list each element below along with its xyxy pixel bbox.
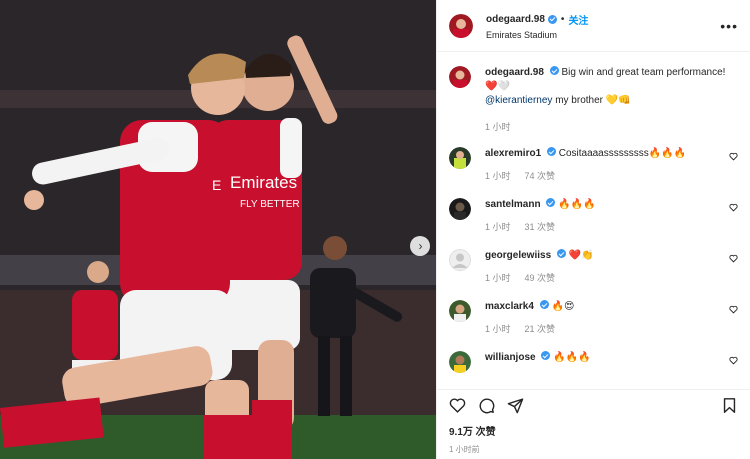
comment-item: georgelewiiss ❤️👏 1 小时 49 次赞: [449, 249, 738, 284]
bookmark-icon[interactable]: [721, 397, 738, 414]
caption-text: Big win and great team performance!: [561, 67, 726, 78]
commenter-avatar[interactable]: [449, 300, 471, 322]
comment-emoji: 🔥🔥🔥: [558, 199, 596, 210]
comment-item: alexremiro1 Cositaaaasssssssss🔥🔥🔥 1 小时 7…: [449, 147, 738, 182]
comment-likes[interactable]: 49 次赞: [525, 271, 556, 284]
comment-likes[interactable]: 31 次赞: [525, 220, 556, 233]
comment-emoji: 🔥🔥🔥: [648, 148, 687, 159]
caption-mention[interactable]: @kierantierney: [485, 95, 552, 106]
like-comment-heart-icon[interactable]: [729, 152, 738, 161]
caption-time: 1 小时: [485, 122, 511, 132]
commenter-avatar[interactable]: [449, 249, 471, 271]
svg-text:E: E: [212, 177, 221, 193]
comment-username[interactable]: maxclark4: [485, 301, 534, 312]
caption-emoji: ❤️🤍: [485, 81, 510, 92]
verified-badge-icon: [546, 147, 556, 156]
post-header: odegaard.98 • 关注 Emirates Stadium •••: [437, 0, 750, 52]
verified-badge-icon: [547, 14, 557, 24]
photo-scene: Emirates FLY BETTER E: [0, 0, 436, 459]
comment-item: willianjose 🔥🔥🔥: [449, 351, 738, 373]
comment-likes[interactable]: 74 次赞: [525, 169, 556, 182]
post-location[interactable]: Emirates Stadium: [486, 30, 588, 40]
comments-list[interactable]: odegaard.98 Big win and great team perfo…: [437, 52, 750, 389]
comment-time: 1 小时: [485, 222, 511, 232]
comment-item: santelmann 🔥🔥🔥 1 小时 31 次赞: [449, 198, 738, 233]
caption-avatar[interactable]: [449, 66, 471, 88]
comment-username[interactable]: willianjose: [485, 352, 536, 363]
shirt-sponsor-text: Emirates: [230, 173, 297, 192]
caption-mention-tail: my brother: [555, 95, 603, 106]
commenter-avatar[interactable]: [449, 351, 471, 373]
author-avatar[interactable]: [449, 13, 473, 38]
verified-badge-icon: [541, 351, 551, 360]
post-photo[interactable]: Emirates FLY BETTER E ›: [0, 0, 436, 459]
like-comment-heart-icon[interactable]: [729, 254, 738, 263]
commenter-avatar[interactable]: [449, 147, 471, 169]
comment-username[interactable]: georgelewiiss: [485, 250, 551, 261]
verified-badge-icon: [546, 198, 556, 207]
paper-plane-icon[interactable]: [507, 397, 524, 414]
comment-username[interactable]: santelmann: [485, 199, 541, 210]
comment-bubble-icon[interactable]: [478, 397, 495, 414]
chevron-right-icon: ›: [418, 239, 423, 253]
caption-mention-emoji: 💛👊: [605, 95, 631, 106]
shirt-sponsor-subtext: FLY BETTER: [240, 199, 300, 210]
verified-badge-icon: [556, 249, 566, 258]
author-username[interactable]: odegaard.98: [486, 14, 545, 25]
like-comment-heart-icon[interactable]: [729, 203, 738, 212]
comment-emoji: ❤️👏: [568, 250, 594, 261]
verified-badge-icon: [539, 300, 549, 309]
comment-time: 1 小时: [485, 171, 511, 181]
post-like-count[interactable]: 9.1万 次赞: [437, 423, 750, 438]
like-comment-heart-icon[interactable]: [729, 356, 738, 365]
like-comment-heart-icon[interactable]: [729, 305, 738, 314]
comment-emoji: 🔥🔥🔥: [553, 352, 591, 363]
comment-time: 1 小时: [485, 324, 511, 334]
verified-badge-icon: [549, 66, 559, 75]
heart-outline-icon[interactable]: [449, 397, 466, 414]
caption-username[interactable]: odegaard.98: [485, 67, 544, 78]
caption: odegaard.98 Big win and great team perfo…: [449, 66, 738, 133]
comment-emoji: 🔥😍: [551, 301, 575, 312]
separator-dot: •: [560, 13, 565, 25]
comment-time: 1 小时: [485, 273, 511, 283]
comment-likes[interactable]: 21 次赞: [525, 322, 556, 335]
action-bar: [437, 389, 750, 421]
comment-text: Cositaaaasssssssss: [558, 148, 649, 159]
next-photo-button[interactable]: ›: [410, 236, 430, 256]
follow-button[interactable]: 关注: [568, 12, 588, 27]
comment-username[interactable]: alexremiro1: [485, 148, 541, 159]
more-options-icon[interactable]: •••: [720, 18, 738, 34]
post-timestamp[interactable]: 1 小时前: [437, 444, 750, 455]
comment-item: maxclark4 🔥😍 1 小时 21 次赞: [449, 300, 738, 335]
post-dialog: Emirates FLY BETTER E › odegaard.98 • 关注…: [0, 0, 750, 459]
post-side-panel: odegaard.98 • 关注 Emirates Stadium ••• od…: [436, 0, 750, 459]
commenter-avatar[interactable]: [449, 198, 471, 220]
